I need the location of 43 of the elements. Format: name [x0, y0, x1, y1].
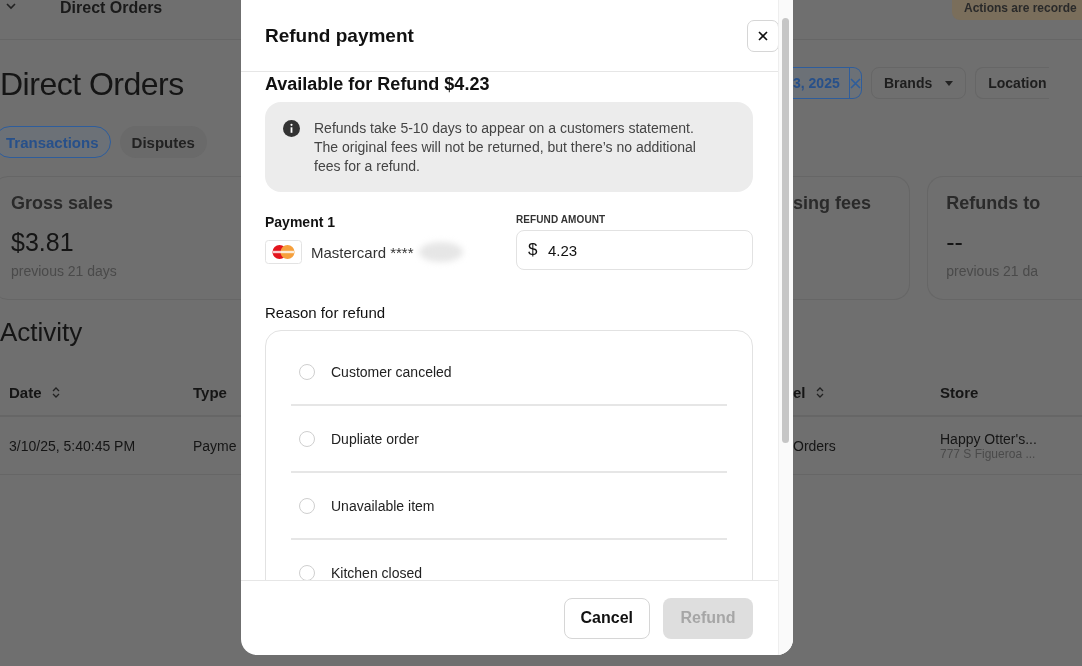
table-cell: Payme: [193, 437, 237, 454]
card-brand-icon: [265, 240, 302, 264]
currency-symbol: $: [528, 240, 538, 260]
card-value: --: [946, 228, 964, 257]
sort-icon[interactable]: [51, 385, 60, 399]
reason-option[interactable]: Kitchen closed: [331, 564, 423, 580]
scrollbar[interactable]: [778, 0, 793, 655]
card-name: Mastercard ****: [311, 243, 414, 261]
filter-dropdown[interactable]: Brands: [871, 67, 967, 99]
notice-badge: Actions are recorde: [952, 0, 1082, 20]
sort-icon[interactable]: [815, 385, 824, 399]
reason-label: Reason for refund: [265, 304, 387, 321]
card-value: $3.81: [11, 228, 75, 257]
info-text: Refunds take 5-10 days to appear on a customers statement. The original fees will not be returned, but there’s no additional fees for a refund.: [314, 119, 697, 176]
column-header[interactable]: Store: [940, 383, 979, 401]
column-header[interactable]: el: [793, 383, 806, 401]
reason-option[interactable]: Dupliate order: [331, 430, 419, 447]
section-title: Activity: [0, 317, 84, 347]
reason-option[interactable]: Customer canceled: [331, 363, 452, 380]
card-title: Refunds to: [946, 193, 1042, 214]
breadcrumb-title: Direct Orders: [60, 0, 163, 17]
close-button[interactable]: [747, 19, 780, 52]
field-label: REFUND AMOUNT: [516, 214, 607, 225]
card-title: Gross sales: [11, 193, 115, 214]
table-cell-text: Orders: [793, 437, 837, 454]
caret-icon[interactable]: [945, 80, 954, 86]
table-cell: Happy Otter's...: [940, 430, 1037, 447]
cancel-button[interactable]: Cancel: [563, 597, 651, 639]
column-header[interactable]: Date: [9, 383, 42, 401]
info-icon: [283, 120, 300, 137]
page-title: Direct Orders: [0, 66, 185, 102]
table-cell-text: 3/10/25, 5:40:45 PM: [9, 437, 137, 454]
available-amount: Available for Refund $4.23: [265, 73, 491, 95]
tab[interactable]: Disputes: [119, 126, 207, 158]
payment-label: Payment 1: [265, 214, 337, 230]
column-header[interactable]: Type: [193, 383, 227, 401]
clear-button[interactable]: [848, 68, 861, 98]
card-title: sing fees: [793, 193, 873, 214]
chevron-down-icon[interactable]: [6, 3, 16, 10]
close-icon[interactable]: [758, 30, 769, 41]
dialog-title: Refund payment: [265, 24, 414, 47]
reason-option[interactable]: Unavailable item: [331, 497, 435, 514]
filter-dropdown[interactable]: Location: [975, 67, 1049, 99]
